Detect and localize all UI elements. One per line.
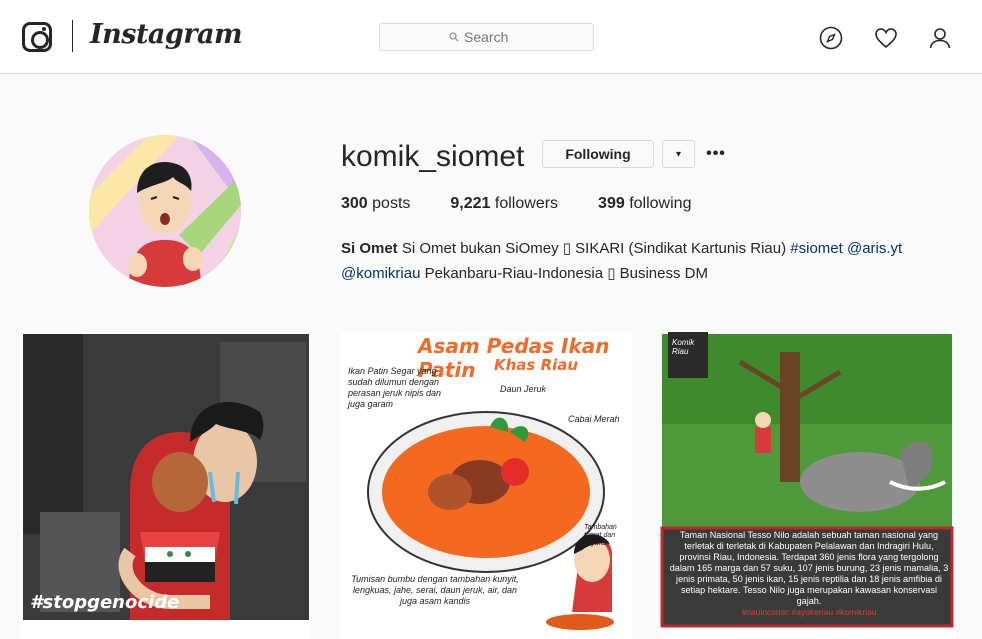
profile-bio: Si Omet Si Omet bukan SiOmey ▯ SIKARI (S… xyxy=(341,236,941,286)
bio-text-line2: Pekanbaru-Riau-Indonesia ▯ Business DM xyxy=(420,265,708,282)
profile-avatar[interactable] xyxy=(89,135,241,287)
profile-stats: 300 posts 9,221 followers 399 following xyxy=(341,195,731,213)
post-3-text: Taman Nasional Tesso Nilo adalah sebuah … xyxy=(669,530,949,606)
bio-text-line1: Si Omet bukan SiOmey ▯ SIKARI (Sindikat … xyxy=(397,240,791,257)
following-button[interactable]: Following xyxy=(542,140,654,168)
top-navigation-bar: Instagram xyxy=(0,0,982,74)
followers-stat[interactable]: 9,221 followers xyxy=(450,195,558,213)
heart-icon[interactable] xyxy=(874,26,898,50)
bio-mention-link[interactable]: @aris.yt xyxy=(847,240,902,257)
post-2-subtitle: Khas Riau xyxy=(494,356,579,374)
profile-username: komik_siomet xyxy=(341,140,525,173)
followers-label: followers xyxy=(494,195,559,212)
following-count: 399 xyxy=(598,195,625,212)
person-icon[interactable] xyxy=(928,26,952,50)
compass-icon[interactable] xyxy=(819,26,843,50)
posts-label: posts xyxy=(372,195,411,212)
instagram-wordmark[interactable]: Instagram xyxy=(90,19,243,50)
followers-count: 9,221 xyxy=(450,195,491,212)
bio-hashtag-link[interactable]: #siomet xyxy=(790,240,843,257)
post-thumbnail-2[interactable]: Asam Pedas Ikan Patin Khas Riau Ikan Pat… xyxy=(340,332,632,639)
more-options-button[interactable]: ••• xyxy=(705,140,727,168)
bio-full-name: Si Omet xyxy=(341,240,398,257)
post-2-note-3: Cabai Merah xyxy=(568,414,620,424)
search-input[interactable] xyxy=(464,29,524,45)
search-box[interactable] xyxy=(379,23,594,51)
following-label: following xyxy=(629,195,692,212)
instagram-camera-icon[interactable] xyxy=(22,22,52,52)
bio-mention-link-2[interactable]: @komikriau xyxy=(341,265,420,282)
post-thumbnail-1[interactable]: #stopgenocide xyxy=(20,332,310,639)
post-1-caption: #stopgenocide xyxy=(30,592,180,613)
post-thumbnail-3[interactable]: Komik Riau Taman Nasional Tesso Nilo ada… xyxy=(660,332,954,639)
posts-count: 300 xyxy=(341,195,368,212)
posts-stat: 300 posts xyxy=(341,195,410,213)
post-2-note-4: Tambahan tomat dan sayuran xyxy=(584,524,617,547)
suggestions-dropdown-button[interactable]: ▾ xyxy=(662,140,695,168)
post-2-note-2: Daun Jeruk xyxy=(500,384,547,394)
post-2-note-1: Ikan Patin Segar yang sudah dilumuri den… xyxy=(348,366,442,409)
logo-divider xyxy=(72,20,73,52)
post-2-note-5: Tumisan bumbu dengan tambahan kunyit, le… xyxy=(351,574,519,606)
following-stat[interactable]: 399 following xyxy=(598,195,691,213)
search-icon xyxy=(449,32,459,42)
post-3-badge: Komik Riau xyxy=(672,338,695,356)
post-3-tags: #riauincomic #ayokeriau #komikriau xyxy=(741,607,877,617)
